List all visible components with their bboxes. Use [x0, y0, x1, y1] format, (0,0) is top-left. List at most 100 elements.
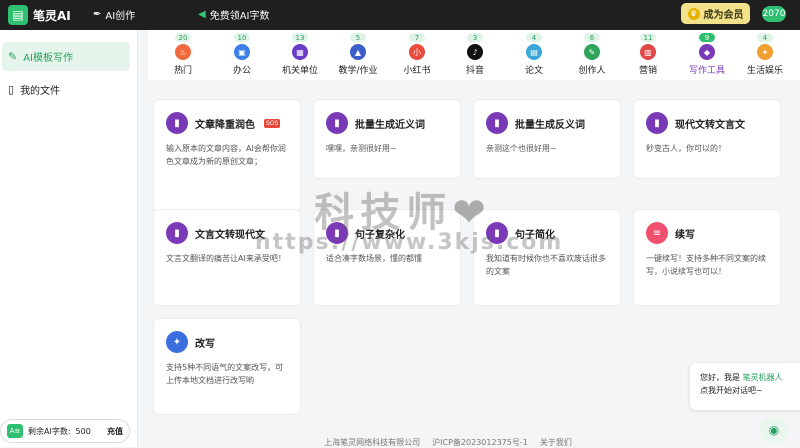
sidebar-item-ai-template[interactable]: ✎ AI模板写作 — [2, 42, 130, 71]
card-header: ▮ 文章降重润色 SOS — [166, 112, 288, 134]
category-tab-0[interactable]: 20 ♨ 热门 — [153, 30, 213, 80]
card-title: 现代文转文言文 — [675, 119, 745, 131]
ai-create-link[interactable]: ✒ AI创作 — [93, 7, 135, 22]
category-bar: 20 ♨ 热门 10 ▣ 办公 13 ▦ 机关单位 5 ▲ 教学/作业 7 小小红书 3 ♪ 抖音 4 ▤ 论文 6 ✎ 创… — [148, 30, 800, 80]
category-tab-6[interactable]: 4 ▤ 论文 — [504, 30, 564, 80]
category-tab-4[interactable]: 7 小小红书 — [387, 30, 447, 80]
logo-text: 笔灵AI — [33, 8, 71, 23]
gift-icon: ◀ — [198, 9, 206, 20]
card-title: 续写 — [675, 229, 695, 241]
footer-icp[interactable]: 沪ICP备2023012375号-1 — [432, 437, 528, 447]
category-label: 抖音 — [465, 66, 484, 76]
card-description: 我知道有时候你也不喜欢废话很多的文案 — [486, 254, 606, 276]
feather-icon: ✒ — [93, 9, 102, 20]
category-icon: ▥ — [640, 44, 656, 60]
balance-value: 500 — [75, 426, 91, 436]
category-tab-1[interactable]: 10 ▣ 办公 — [212, 30, 272, 80]
category-count: 11 — [640, 33, 656, 42]
category-icon: 小 — [409, 44, 425, 60]
category-tab-9[interactable]: 9 ◆ 写作工具 — [677, 30, 737, 80]
category-label: 小红书 — [403, 66, 431, 76]
card-description: 亲测这个也很好用~ — [486, 144, 557, 153]
user-avatar-badge[interactable]: 2070 — [762, 6, 786, 22]
category-tab-10[interactable]: 4 ✦ 生活娱乐 — [735, 30, 795, 80]
category-icon: ◆ — [699, 44, 715, 60]
card-title: 文章降重润色 — [195, 119, 255, 131]
category-icon: ▣ — [234, 44, 250, 60]
category-label: 机关单位 — [281, 66, 318, 76]
category-count: 20 — [175, 33, 191, 42]
card-header: ≡ 续写 — [646, 222, 768, 244]
book-icon: ▮ — [326, 112, 348, 134]
category-label: 论文 — [524, 66, 543, 76]
card-title: 批量生成近义词 — [355, 119, 425, 131]
category-tab-5[interactable]: 3 ♪ 抖音 — [445, 30, 505, 80]
category-count: 3 — [467, 33, 483, 42]
book-icon: ▮ — [486, 112, 508, 134]
category-count: 4 — [757, 33, 773, 42]
category-icon: ▤ — [526, 44, 542, 60]
category-label: 教学/作业 — [338, 66, 378, 76]
chat-bubble[interactable]: 您好，我是 笔灵机器人 点我开始对话吧~ — [690, 363, 800, 410]
ai-create-label: AI创作 — [105, 11, 136, 22]
category-count: 13 — [292, 33, 308, 42]
category-tab-7[interactable]: 6 ✎ 创作人 — [562, 30, 622, 80]
robot-icon[interactable]: ◉ — [760, 417, 788, 443]
ai-word-balance: A≡ 剩余AI字数: 500 充值 — [0, 419, 130, 443]
logo[interactable]: ▤ 笔灵AI — [8, 5, 71, 25]
sidebar-item-my-files[interactable]: ▯ 我的文件 — [2, 75, 130, 104]
category-label: 营销 — [638, 66, 657, 76]
category-icon: ▦ — [292, 44, 308, 60]
card-header: ▮ 批量生成反义词 — [486, 112, 608, 134]
book-icon: ▮ — [166, 112, 188, 134]
chat-prompt: 点我开始对话吧~ — [700, 386, 763, 395]
category-tab-3[interactable]: 5 ▲ 教学/作业 — [328, 30, 388, 80]
category-label: 生活娱乐 — [746, 66, 783, 76]
category-label: 热门 — [173, 66, 192, 76]
template-card[interactable]: ▮ 现代文转文言文秒变古人，你可以的！ — [633, 99, 781, 179]
pen-icon: ✎ — [8, 50, 18, 63]
chat-greeting: 您好，我是 — [700, 373, 740, 382]
become-member-label: 成为会员 — [703, 10, 744, 21]
category-label: 办公 — [232, 66, 251, 76]
footer-about[interactable]: 关于我们 — [540, 437, 572, 447]
card-header: ✦ 改写 — [166, 331, 288, 353]
category-count: 7 — [409, 33, 425, 42]
category-label: 写作工具 — [688, 66, 725, 76]
free-words-label: 免费领AI字数 — [209, 11, 270, 22]
free-words-link[interactable]: ◀ 免费领AI字数 — [198, 7, 270, 22]
template-card[interactable]: ▮ 批量生成近义词嘿嘿，亲测很好用~ — [313, 99, 461, 179]
category-count: 10 — [234, 33, 250, 42]
template-card[interactable]: ✦ 改写支持5种不同语气的文案改写，可上传本地文档进行改写哟 — [153, 318, 301, 415]
sidebar-item-label: 我的文件 — [20, 86, 61, 97]
balance-label: 剩余AI字数: — [28, 426, 71, 436]
ai-badge-icon: A≡ — [7, 424, 23, 438]
chat-bot-name: 笔灵机器人 — [742, 373, 783, 382]
recharge-button[interactable]: 充值 — [107, 426, 123, 437]
template-card[interactable]: ▮ 批量生成反义词亲测这个也很好用~ — [473, 99, 621, 179]
category-tab-8[interactable]: 11 ▥ 营销 — [618, 30, 678, 80]
category-label: 创作人 — [578, 66, 606, 76]
become-member-button[interactable]: ♛ 成为会员 — [681, 3, 750, 24]
category-count: 9 — [699, 33, 715, 42]
book-icon: ▮ — [166, 222, 188, 244]
category-count: 4 — [526, 33, 542, 42]
card-description: 支持5种不同语气的文案改写，可上传本地文档进行改写哟 — [166, 363, 284, 385]
category-icon: ✦ — [757, 44, 773, 60]
card-header: ▮ 现代文转文言文 — [646, 112, 768, 134]
template-card[interactable]: ≡ 续写一键续写！支持多种不同文案的续写，小说续写也可以！ — [633, 209, 781, 306]
card-title: 批量生成反义词 — [515, 119, 585, 131]
category-count: 5 — [350, 33, 366, 42]
magic-wand-icon: ✦ — [166, 331, 188, 353]
card-description: 秒变古人，你可以的！ — [646, 144, 726, 153]
file-icon: ▯ — [8, 83, 15, 96]
book-icon: ▮ — [646, 112, 668, 134]
card-description: 嘿嘿，亲测很好用~ — [326, 144, 397, 153]
category-count: 6 — [584, 33, 600, 42]
logo-icon: ▤ — [8, 5, 28, 25]
card-badge: SOS — [264, 118, 281, 128]
category-icon: ✎ — [584, 44, 600, 60]
card-description: 输入原本的文章内容，AI会帮你润色文章成为新的原创文章； — [166, 144, 286, 166]
category-tab-2[interactable]: 13 ▦ 机关单位 — [270, 30, 330, 80]
card-description: 一键续写！支持多种不同文案的续写，小说续写也可以！ — [646, 254, 766, 276]
